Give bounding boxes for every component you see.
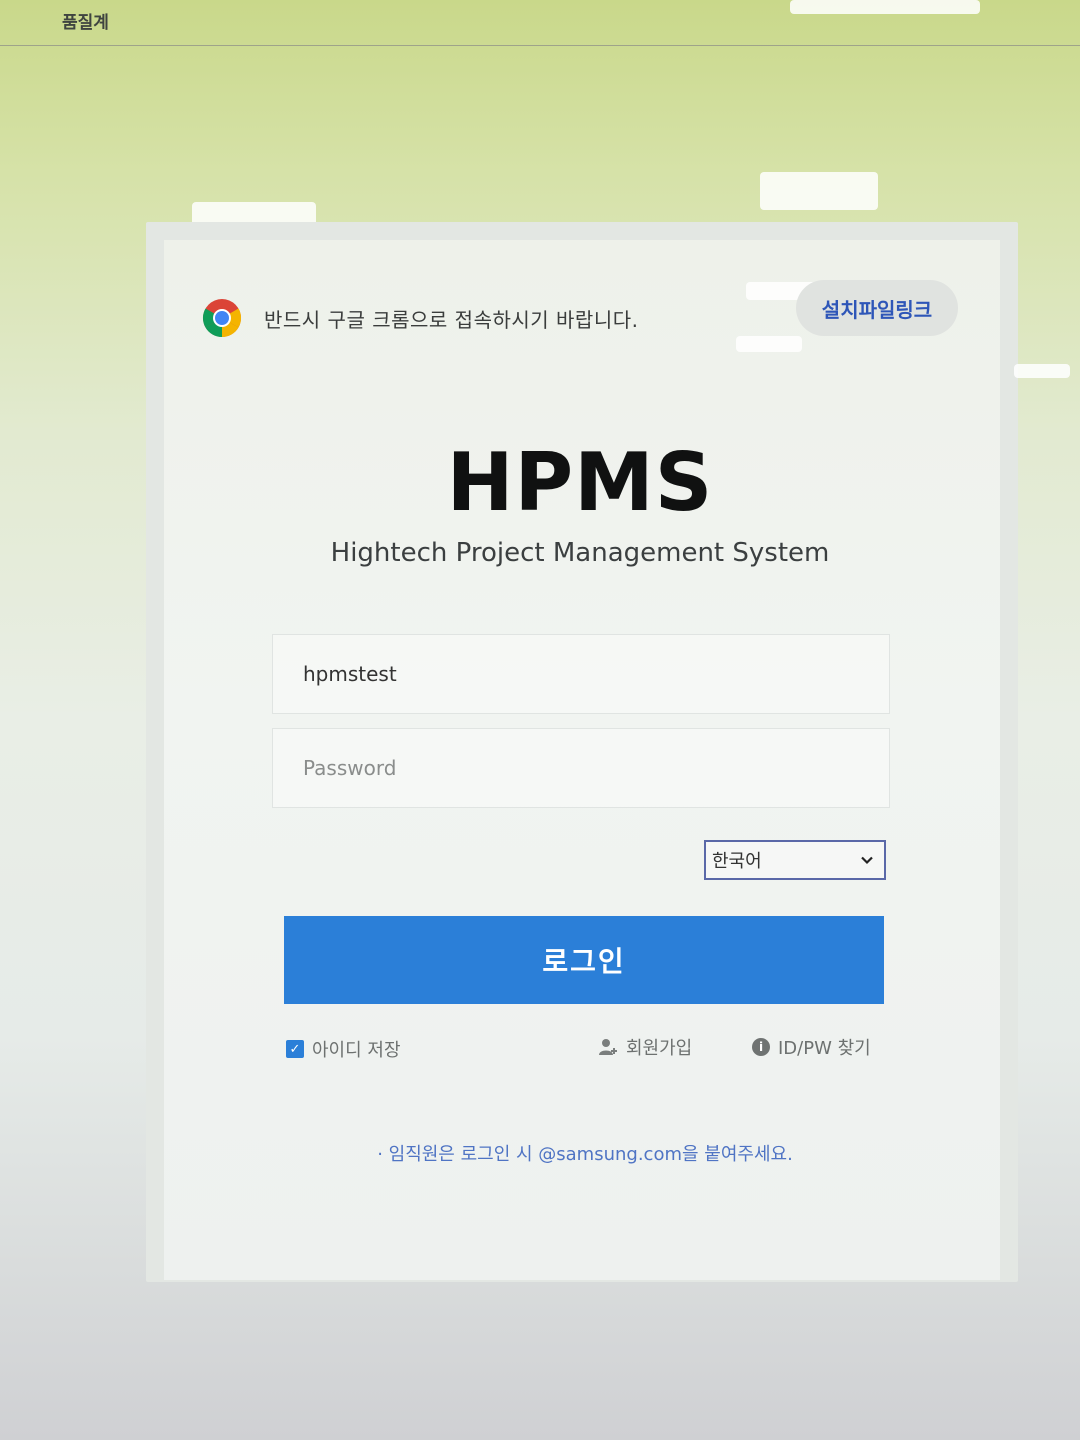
- language-select-value: 한국어: [712, 851, 762, 872]
- save-id-option[interactable]: ✓ 아이디 저장: [286, 1036, 401, 1062]
- top-bar-title: 품질계: [62, 13, 109, 33]
- user-add-icon: [599, 1039, 617, 1055]
- install-file-link[interactable]: 설치파일링크: [796, 280, 958, 336]
- signup-label: 회원가입: [626, 1038, 693, 1059]
- light-reflection: [790, 0, 980, 14]
- light-reflection: [1014, 364, 1070, 378]
- employee-login-notice: · 임직원은 로그인 시 @samsung.com을 붙여주세요.: [377, 1144, 793, 1165]
- chrome-icon: [202, 299, 242, 338]
- save-id-label: 아이디 저장: [312, 1040, 401, 1061]
- signup-link[interactable]: 회원가입: [598, 1034, 692, 1060]
- find-idpw-label: ID/PW 찾기: [778, 1038, 871, 1059]
- app-title: HPMS: [446, 436, 714, 529]
- language-select[interactable]: 한국어: [704, 840, 886, 880]
- app-subtitle: Hightech Project Management System: [330, 538, 830, 568]
- light-reflection: [736, 336, 802, 352]
- login-button[interactable]: 로그인: [284, 916, 884, 1004]
- save-id-checkbox[interactable]: ✓: [286, 1040, 304, 1058]
- find-idpw-link[interactable]: i ID/PW 찾기: [752, 1034, 871, 1060]
- userid-input[interactable]: [272, 634, 890, 714]
- chevron-down-icon: [861, 856, 873, 865]
- chrome-notice-text: 반드시 구글 크롬으로 접속하시기 바랍니다.: [264, 308, 639, 332]
- password-input[interactable]: [272, 728, 890, 808]
- light-reflection: [760, 172, 878, 210]
- info-icon: i: [752, 1038, 770, 1056]
